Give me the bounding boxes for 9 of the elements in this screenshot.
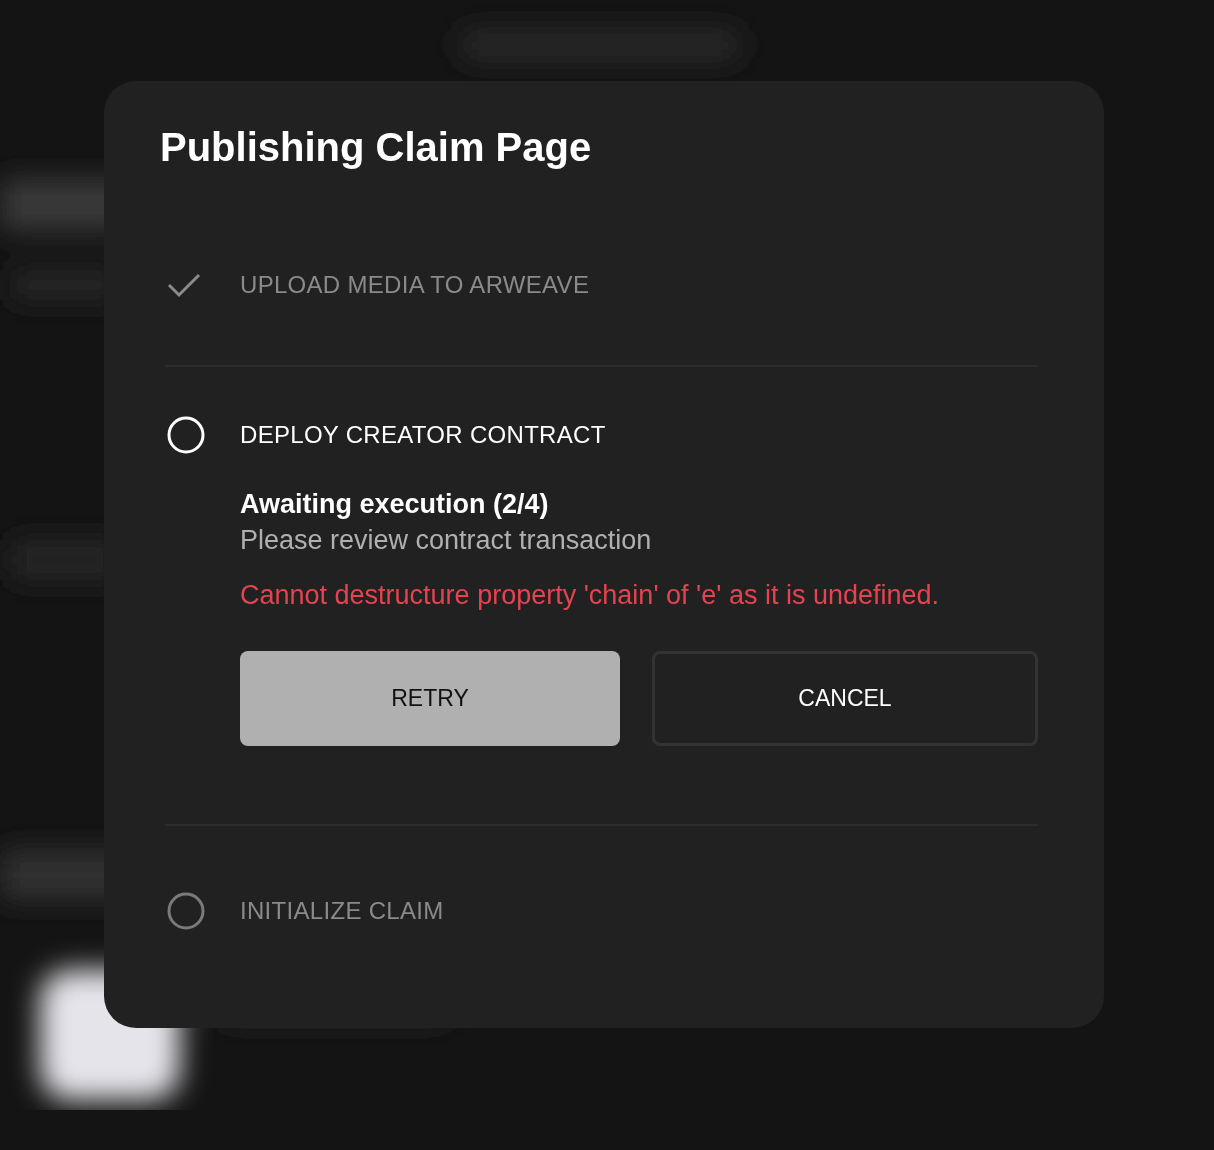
- retry-button[interactable]: RETRY: [240, 651, 620, 746]
- error-message: Cannot destructure property 'chain' of 'e' as it is undefined.: [240, 579, 941, 612]
- status-text: Please review contract transaction: [240, 524, 653, 557]
- step-label: INITIALIZE CLAIM: [240, 897, 444, 925]
- step-label: UPLOAD MEDIA TO ARWEAVE: [240, 271, 590, 299]
- status-title: Awaiting execution (2/4): [240, 488, 550, 521]
- dialog-title: Publishing Claim Page: [160, 124, 593, 171]
- cancel-button[interactable]: CANCEL: [652, 651, 1038, 746]
- step-label: DEPLOY CREATOR CONTRACT: [240, 421, 606, 449]
